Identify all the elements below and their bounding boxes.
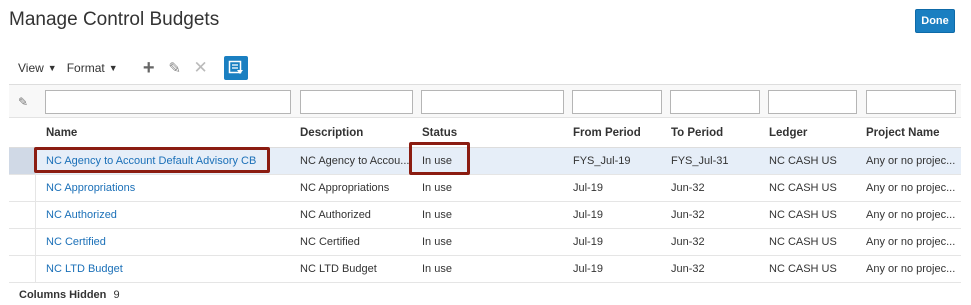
row-description: NC Certified <box>300 236 360 248</box>
row-from-period: FYS_Jul-19 <box>573 155 631 167</box>
row-ledger: NC CASH US <box>769 182 837 194</box>
row-ledger: NC CASH US <box>769 236 837 248</box>
row-to-period: Jun-32 <box>671 263 705 275</box>
filter-input-status[interactable] <box>421 90 564 114</box>
filter-input-description[interactable] <box>300 90 413 114</box>
column-header-name[interactable]: Name <box>46 127 77 139</box>
column-header-to-period[interactable]: To Period <box>671 127 723 139</box>
plus-icon[interactable]: + <box>140 57 158 79</box>
format-menu[interactable]: Format ▼ <box>67 61 118 75</box>
row-to-period: FYS_Jul-31 <box>671 155 729 167</box>
table-row[interactable]: NC Appropriations NC Appropriations In u… <box>9 175 961 202</box>
toolbar: View ▼ Format ▼ + ✎ ✕ <box>18 56 248 80</box>
columns-hidden-footer: Columns Hidden 9 <box>19 289 120 301</box>
row-description: NC Appropriations <box>300 182 390 194</box>
format-menu-label: Format <box>66 61 105 75</box>
filter-input-project-name[interactable] <box>866 90 956 114</box>
row-status: In use <box>422 182 452 194</box>
row-ledger: NC CASH US <box>769 263 837 275</box>
filter-input-from-period[interactable] <box>572 90 662 114</box>
header-row: Name Description Status From Period To P… <box>9 118 961 148</box>
row-status: In use <box>422 263 452 275</box>
filter-row: ✎ <box>9 85 961 118</box>
row-name-link[interactable]: NC Authorized <box>46 209 117 221</box>
highlight-box-status <box>409 142 470 175</box>
x-icon[interactable]: ✕ <box>192 58 210 77</box>
row-from-period: Jul-19 <box>573 209 603 221</box>
row-ledger: NC CASH US <box>769 155 837 167</box>
caret-down-icon: ▼ <box>108 63 118 73</box>
row-name-link[interactable]: NC LTD Budget <box>46 263 123 275</box>
row-description: NC Agency to Accou... <box>300 155 410 167</box>
row-from-period: Jul-19 <box>573 236 603 248</box>
column-header-status[interactable]: Status <box>422 127 457 139</box>
row-from-period: Jul-19 <box>573 263 603 275</box>
row-header[interactable] <box>9 229 36 255</box>
row-to-period: Jun-32 <box>671 209 705 221</box>
row-to-period: Jun-32 <box>671 236 705 248</box>
row-status: In use <box>422 209 452 221</box>
caret-down-icon: ▼ <box>47 63 57 73</box>
view-menu[interactable]: View ▼ <box>18 61 57 75</box>
column-header-ledger[interactable]: Ledger <box>769 127 807 139</box>
row-description: NC Authorized <box>300 209 371 221</box>
filter-input-to-period[interactable] <box>670 90 760 114</box>
page-title: Manage Control Budgets <box>9 9 220 30</box>
table-row[interactable]: NC Authorized NC Authorized In use Jul-1… <box>9 202 961 229</box>
columns-hidden-label: Columns Hidden <box>19 289 107 301</box>
view-menu-label: View <box>18 61 44 75</box>
done-button[interactable]: Done <box>915 9 955 33</box>
row-project-name: Any or no projec... <box>866 182 956 194</box>
columns-hidden-count: 9 <box>113 289 120 301</box>
row-project-name: Any or no projec... <box>866 209 956 221</box>
row-name-link[interactable]: NC Appropriations <box>46 182 135 194</box>
row-project-name: Any or no projec... <box>866 263 956 275</box>
table-row[interactable]: NC Certified NC Certified In use Jul-19 … <box>9 229 961 256</box>
row-project-name: Any or no projec... <box>866 236 956 248</box>
filter-input-name[interactable] <box>45 90 291 114</box>
column-header-from-period[interactable]: From Period <box>573 127 641 139</box>
row-header[interactable] <box>9 202 36 228</box>
row-ledger: NC CASH US <box>769 209 837 221</box>
highlight-box-name <box>34 147 270 173</box>
row-header[interactable] <box>9 148 36 174</box>
budgets-table: ✎ Name Description Status From Period To… <box>9 84 961 283</box>
table-row[interactable]: NC LTD Budget NC LTD Budget In use Jul-1… <box>9 256 961 283</box>
pencil-icon[interactable]: ✎ <box>166 59 184 77</box>
freeze-icon[interactable] <box>223 56 248 80</box>
pencil-icon: ✎ <box>18 95 29 109</box>
row-status: In use <box>422 236 452 248</box>
row-header[interactable] <box>9 175 36 201</box>
row-description: NC LTD Budget <box>300 263 377 275</box>
row-from-period: Jul-19 <box>573 182 603 194</box>
column-header-project-name[interactable]: Project Name <box>866 127 940 139</box>
row-header[interactable] <box>9 256 36 282</box>
row-name-link[interactable]: NC Certified <box>46 236 106 248</box>
column-header-description[interactable]: Description <box>300 127 363 139</box>
row-to-period: Jun-32 <box>671 182 705 194</box>
filter-input-ledger[interactable] <box>768 90 857 114</box>
row-project-name: Any or no projec... <box>866 155 956 167</box>
